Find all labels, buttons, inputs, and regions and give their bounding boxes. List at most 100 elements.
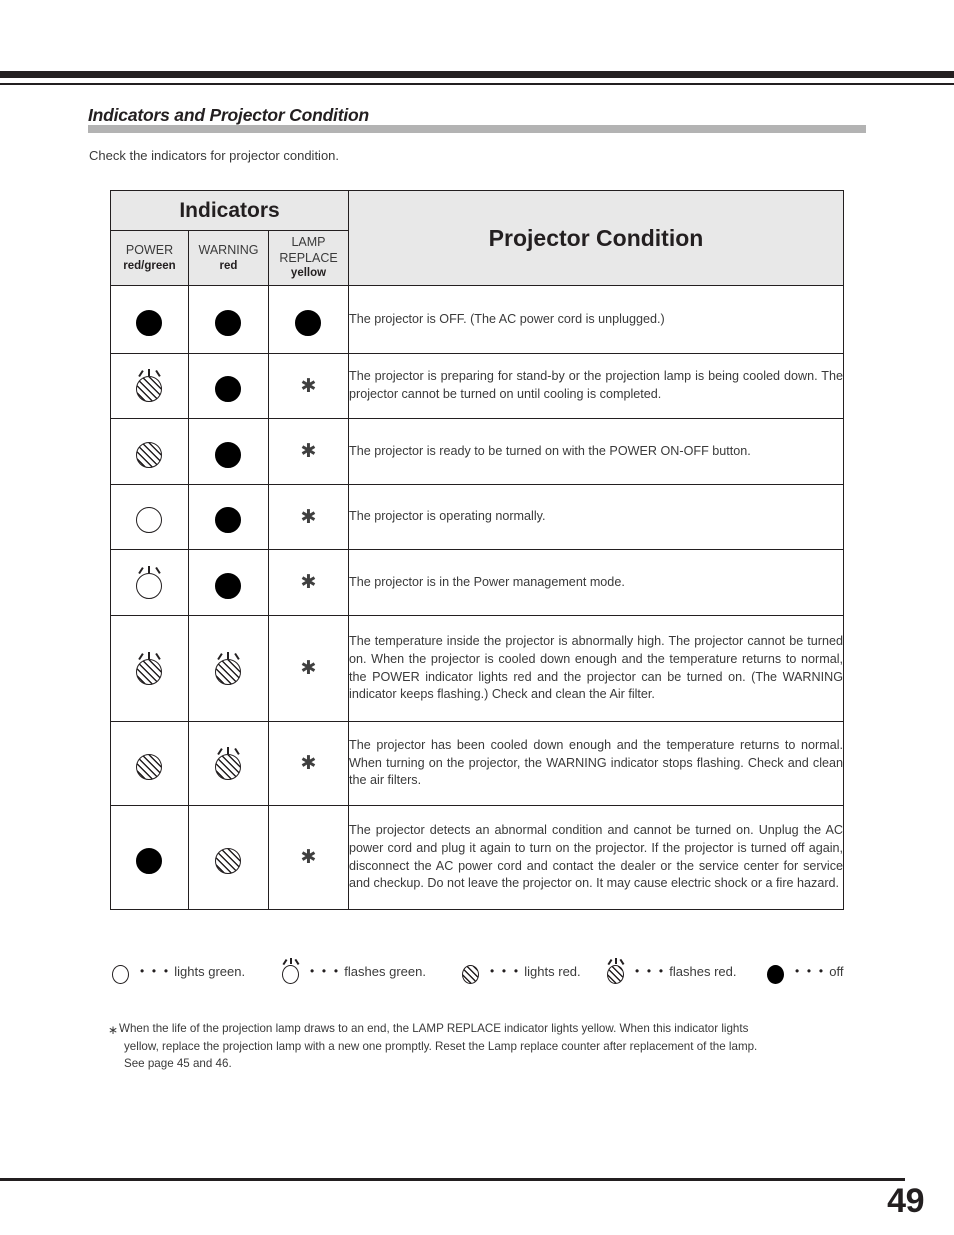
indicator-disc — [214, 572, 241, 599]
indicator-off-icon — [212, 303, 246, 337]
column-header-power-name: POWER — [125, 243, 174, 257]
cell-warning — [188, 615, 269, 722]
indicator-lights-red-icon — [212, 841, 246, 875]
table-row: ✱ The projector is operating normally. — [110, 484, 845, 550]
footnote-asterisk-icon: ∗ — [108, 1023, 119, 1037]
indicator-off-icon — [763, 957, 789, 985]
cell-lamp — [267, 285, 350, 354]
legend-item-off: • • • off — [763, 957, 844, 985]
indicator-disc — [282, 965, 299, 984]
indicator-lights-red-icon — [133, 747, 167, 781]
footnote-line-1: When the life of the projection lamp dra… — [119, 1022, 749, 1035]
indicator-flashes-green-icon — [133, 565, 167, 600]
asterisk-footnote-icon: ✱ — [300, 441, 317, 462]
legend-item-flashes-red: • • • flashes red. — [603, 957, 736, 985]
indicators-table-container: Indicators Projector Condition POWER red… — [109, 190, 845, 910]
indicator-disc — [135, 376, 162, 402]
header-thin-rule — [0, 83, 954, 85]
indicators-group-header: Indicators — [109, 190, 350, 231]
indicator-disc — [214, 309, 241, 336]
cell-lamp: ✱ — [267, 615, 350, 722]
table-row: ✱ The projector has been cooled down enou… — [110, 721, 845, 806]
legend-dots: • • • — [140, 964, 171, 978]
table-row: ✱ The projector detects an abnormal condi… — [110, 805, 845, 910]
indicator-disc — [135, 847, 162, 874]
indicator-disc — [135, 507, 162, 533]
footnote: ∗ When the life of the projection lamp d… — [108, 1020, 868, 1073]
legend-label: lights red. — [524, 963, 581, 979]
indicator-disc — [214, 658, 241, 685]
indicator-lights-red-icon — [458, 957, 484, 985]
indicator-off-icon — [133, 841, 167, 875]
cell-lamp: ✱ — [267, 805, 350, 910]
indicator-disc — [462, 965, 479, 984]
cell-projector-condition: The projector is preparing for stand-by … — [348, 353, 845, 419]
indicator-off-icon — [212, 566, 246, 600]
indicator-disc — [767, 965, 784, 984]
legend-dots: • • • — [795, 964, 826, 978]
indicator-disc — [214, 376, 241, 402]
cell-power — [110, 615, 189, 722]
footnote-line-3: See page 45 and 46. — [124, 1057, 232, 1071]
indicator-flashes-green-icon — [278, 957, 304, 985]
cell-lamp: ✱ — [267, 721, 350, 806]
indicator-flashes-red-icon — [212, 746, 246, 781]
footnote-body: When the life of the projection lamp dra… — [108, 1020, 868, 1073]
legend-item-flashes-green: • • • flashes green. — [278, 957, 426, 985]
footnote-line-2: yellow, replace the projection lamp with… — [124, 1039, 758, 1053]
indicator-disc — [214, 507, 241, 533]
cell-warning — [188, 484, 269, 550]
column-header-lamp-name-line2: REPLACE — [279, 250, 338, 265]
cell-power — [110, 418, 189, 485]
indicator-flashes-red-icon — [212, 651, 246, 686]
legend-label: lights green. — [174, 963, 246, 979]
indicator-disc — [135, 658, 162, 685]
cell-projector-condition: The projector is operating normally. — [348, 484, 845, 550]
column-header-power-color: red/green — [123, 259, 176, 272]
table-row: ✱ The projector is in the Power managemen… — [110, 549, 845, 616]
cell-warning — [188, 418, 269, 485]
indicator-off-icon — [212, 369, 246, 403]
indicator-flashes-red-icon — [133, 369, 167, 403]
indicator-disc — [607, 965, 624, 984]
indicator-lights-green-icon — [108, 957, 134, 985]
indicator-disc — [112, 965, 129, 984]
cell-projector-condition: The projector is in the Power management… — [348, 549, 845, 616]
asterisk-footnote-icon: ✱ — [300, 375, 317, 397]
indicator-flashes-red-icon — [133, 651, 167, 686]
column-header-lamp-replace: LAMP REPLACE yellow — [267, 230, 350, 286]
indicator-off-icon — [292, 303, 326, 337]
cell-lamp: ✱ — [267, 484, 350, 550]
indicator-off-icon — [212, 500, 246, 534]
title-underline-bar — [88, 125, 866, 133]
legend-dots: • • • — [490, 964, 521, 978]
indicators-table-body: The projector is OFF. (The AC power cord… — [110, 285, 845, 910]
column-header-warning-color: red — [219, 259, 238, 272]
legend-dots: • • • — [635, 964, 666, 978]
cell-warning — [188, 721, 269, 806]
asterisk-footnote-icon: ✱ — [300, 847, 317, 868]
indicator-off-icon — [133, 303, 167, 337]
indicators-table: Indicators Projector Condition POWER red… — [109, 190, 845, 910]
table-row: ✱ The temperature inside the projector is… — [110, 615, 845, 722]
legend-label: off — [829, 963, 844, 979]
legend-item-lights-red: • • • lights red. — [458, 957, 581, 985]
cell-power — [110, 484, 189, 550]
asterisk-footnote-icon: ✱ — [300, 753, 317, 774]
cell-projector-condition: The projector has been cooled down enoug… — [348, 721, 845, 806]
table-row: ✱ The projector is preparing for stand-by… — [110, 353, 845, 419]
cell-power — [110, 285, 189, 354]
asterisk-footnote-icon: ✱ — [300, 506, 317, 528]
intro-text: Check the indicators for projector condi… — [89, 148, 340, 163]
legend-label: flashes green. — [344, 963, 426, 979]
cell-projector-condition: The projector detects an abnormal condit… — [348, 805, 845, 910]
column-header-lamp-color: yellow — [290, 267, 327, 280]
indicator-lights-red-icon — [133, 435, 167, 469]
header-black-bar — [0, 71, 954, 78]
indicator-disc — [214, 753, 241, 780]
cell-projector-condition: The projector is OFF. (The AC power cord… — [348, 285, 845, 354]
legend-item-lights-green: • • • lights green. — [108, 957, 245, 985]
indicator-disc — [135, 309, 162, 336]
column-header-warning: WARNING red — [188, 230, 269, 286]
cell-lamp: ✱ — [267, 549, 350, 616]
